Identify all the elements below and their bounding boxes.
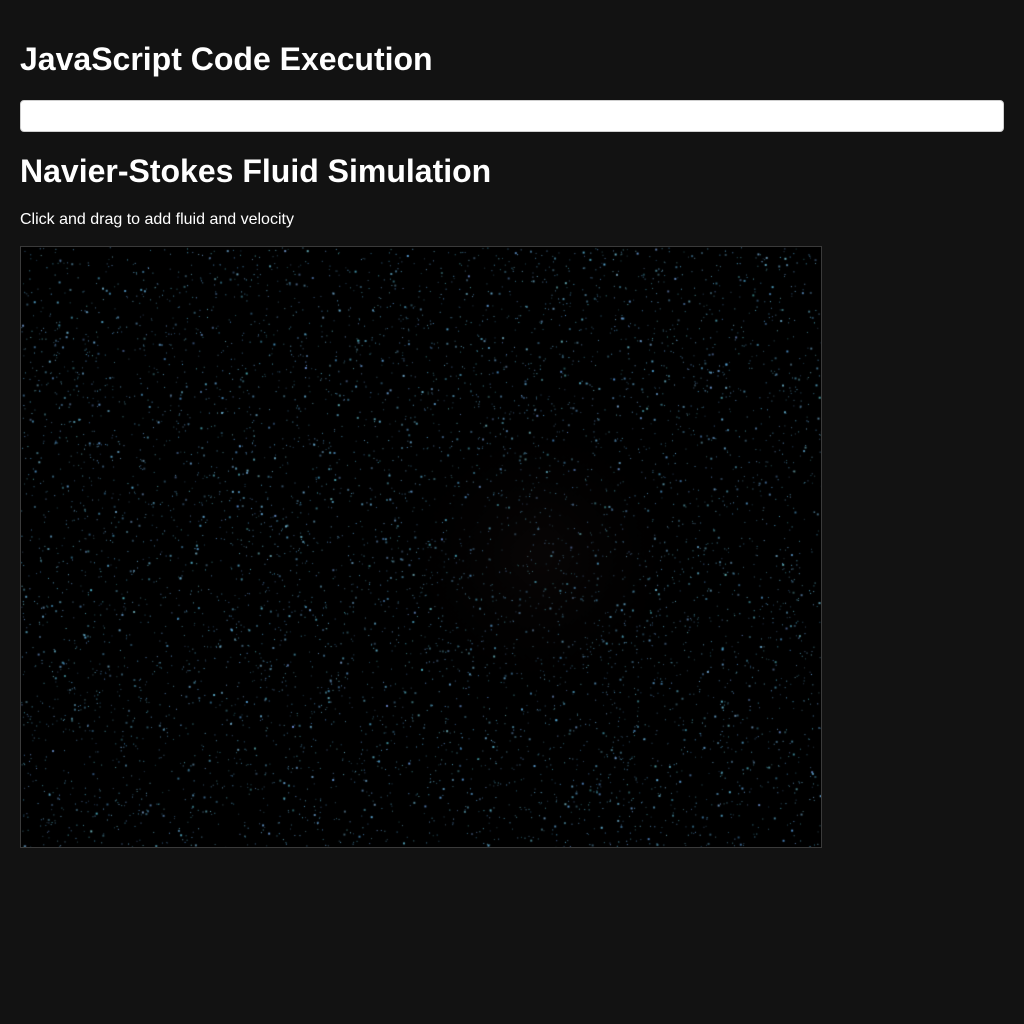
code-input[interactable]	[20, 100, 1004, 132]
simulation-instructions: Click and drag to add fluid and velocity	[20, 211, 294, 228]
page-title: JavaScript Code Execution	[20, 41, 433, 77]
fluid-simulation-frame	[20, 246, 822, 848]
simulation-title: Navier-Stokes Fluid Simulation	[20, 153, 492, 189]
fluid-simulation-canvas[interactable]	[21, 247, 821, 847]
page-root: JavaScript Code Execution Navier-Stokes …	[0, 0, 1024, 1024]
